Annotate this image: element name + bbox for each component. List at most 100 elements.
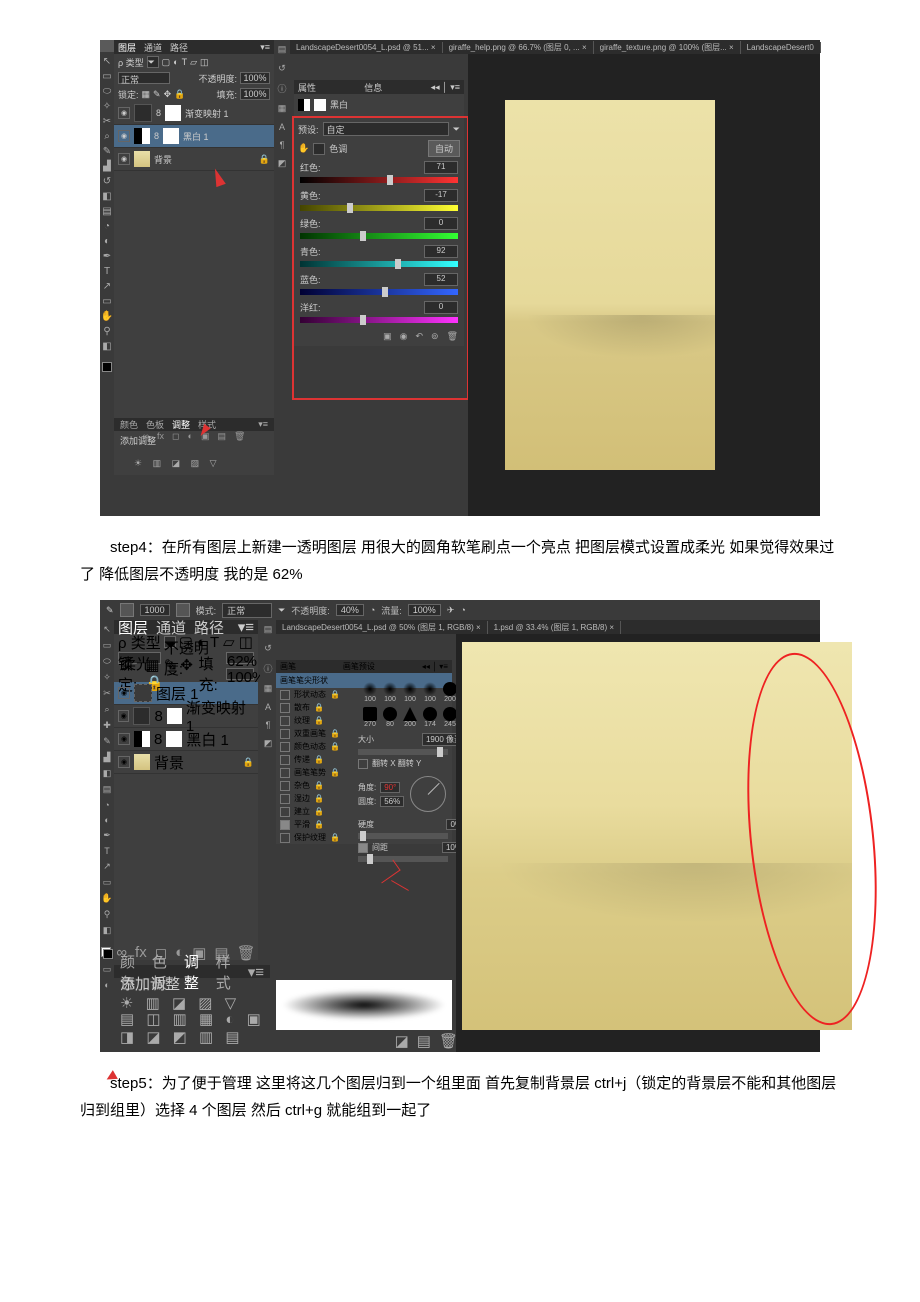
visibility-icon[interactable]: ◉ (118, 130, 130, 142)
brush-preview-icon[interactable] (120, 603, 134, 617)
eye-icon[interactable]: ◉ (400, 331, 408, 342)
slider-track[interactable] (300, 317, 458, 323)
panel-icon[interactable]: ▤ (264, 624, 273, 635)
visibility-icon[interactable]: ◉ (118, 710, 129, 722)
hand-tool-icon[interactable]: ✋ (102, 311, 112, 321)
option-label[interactable]: 形状动态 (294, 689, 326, 700)
type-icon[interactable]: A (279, 122, 285, 132)
brush-tips[interactable]: 100 100 100 100 200 270 80 200 174 245 (358, 680, 466, 730)
pen-tool-icon[interactable]: ✒ (102, 251, 112, 261)
tab-info[interactable]: 信息 (364, 81, 382, 94)
panel-menu-icon[interactable]: ◂◂ │ ▾≡ (431, 82, 460, 93)
blend-mode-select[interactable]: 正常 (222, 603, 272, 618)
tab-adjustments[interactable]: 调整 (184, 951, 208, 993)
stamp-tool-icon[interactable]: ▟ (102, 161, 112, 171)
eyedropper-tool-icon[interactable]: ⌕ (102, 131, 112, 141)
trash-icon[interactable]: 🗑 (234, 431, 245, 445)
flow-input[interactable]: 100% (408, 604, 441, 616)
checkbox[interactable] (280, 742, 290, 752)
opacity-input[interactable]: 40% (336, 604, 364, 616)
visibility-icon[interactable]: ◉ (118, 756, 130, 768)
layer-row[interactable]: ◉ 背景 🔒 (114, 148, 274, 171)
marquee-tool-icon[interactable]: ▭ (103, 640, 112, 651)
panel-menu-icon[interactable]: ▾≡ (258, 419, 268, 430)
airbrush-icon[interactable]: ✈ (447, 605, 455, 616)
lasso-tool-icon[interactable]: ⬭ (102, 86, 112, 96)
option-label[interactable]: 双重画笔 (294, 728, 326, 739)
text-tool-icon[interactable]: T (104, 846, 110, 856)
path-tool-icon[interactable]: ↗ (103, 861, 111, 872)
checkbox[interactable] (280, 768, 290, 778)
eraser-tool-icon[interactable]: ◧ (103, 768, 112, 779)
styles-icon[interactable]: ◩ (278, 158, 287, 169)
tab-layers[interactable]: 图层 (118, 41, 136, 54)
option-label[interactable]: 建立 (294, 806, 310, 817)
mask-icon[interactable]: ◻ (172, 431, 179, 445)
visibility-icon[interactable]: ◉ (118, 107, 130, 119)
layer-row[interactable]: ◉ 8 渐变映射 1 (114, 102, 274, 125)
pressure-size-icon[interactable]: ◔ (460, 605, 465, 615)
marquee-tool-icon[interactable]: ▭ (102, 71, 112, 81)
lock-icon[interactable]: 🔒 (314, 755, 324, 764)
doc-tab[interactable]: 1.psd @ 33.4% (图层 1, RGB/8) × (488, 621, 621, 634)
layer-row[interactable]: ◉背景🔒 (114, 751, 258, 774)
adjustment-icon[interactable]: ◐ (188, 431, 193, 445)
slider-track[interactable] (300, 177, 458, 183)
lock-icon[interactable]: 🔒 (330, 742, 340, 751)
brush-tip-label[interactable]: 画笔笔尖形状 (280, 675, 340, 686)
checkbox[interactable] (280, 781, 290, 791)
heal-tool-icon[interactable]: ✚ (103, 720, 111, 731)
checkbox[interactable] (280, 794, 290, 804)
panel-menu-icon[interactable]: ◂◂ │ ▾≡ (422, 662, 448, 671)
tint-icon[interactable]: ✋ (298, 143, 309, 154)
checkbox[interactable] (280, 755, 290, 765)
eraser-tool-icon[interactable]: ◧ (102, 191, 112, 201)
dodge-tool-icon[interactable]: ◐ (102, 236, 112, 246)
option-label[interactable]: 保护纹理 (294, 832, 326, 843)
new-layer-icon[interactable]: ▤ (217, 431, 226, 445)
tab-color[interactable]: 颜色 (120, 418, 138, 431)
info-icon[interactable]: ⓘ (277, 82, 286, 95)
doc-tab[interactable]: LandscapeDesert0054_L.psd @ 51... × (290, 42, 443, 53)
hand-tool-icon[interactable]: ✋ (101, 893, 112, 904)
styles-icon[interactable]: ◩ (264, 738, 273, 749)
checkbox[interactable] (280, 833, 290, 843)
eyedropper-tool-icon[interactable]: ⌕ (104, 704, 109, 715)
kind-dropdown[interactable]: ⏷ (147, 56, 159, 68)
checkbox[interactable] (280, 729, 290, 739)
wand-tool-icon[interactable]: ✧ (103, 672, 111, 683)
slider-value[interactable]: 92 (424, 245, 458, 258)
tint-checkbox[interactable] (313, 143, 325, 155)
checkbox[interactable] (280, 807, 290, 817)
brush-panel-icon[interactable] (176, 603, 190, 617)
zoom-tool-icon[interactable]: ⚲ (102, 326, 112, 336)
fill-input[interactable]: 100% (240, 88, 270, 100)
slider-track[interactable] (300, 289, 458, 295)
panel-icon[interactable]: ▤ (278, 44, 287, 55)
move-tool-icon[interactable]: ↖ (102, 56, 112, 66)
panel-menu-icon[interactable]: ▾≡ (248, 963, 264, 981)
lock-paint-icon[interactable]: ✎ (153, 89, 161, 100)
angle-widget[interactable] (410, 776, 446, 812)
fg-bg-color-icon[interactable] (101, 947, 113, 959)
visibility-icon[interactable]: ◉ (118, 733, 130, 745)
fill-input[interactable]: 100% (226, 668, 254, 680)
slider-value[interactable]: 71 (424, 161, 458, 174)
panel-menu-icon[interactable]: ▾≡ (260, 42, 270, 53)
text-tool-icon[interactable]: T (102, 266, 112, 276)
zoom-tool-icon[interactable]: ⚲ (104, 909, 111, 920)
lock-icon[interactable]: 🔒 (330, 768, 340, 777)
adjustment-presets-row[interactable]: ◨ ◪ ◩ ▥ ▤ (120, 1028, 244, 1046)
reset-icon[interactable]: ↶ (415, 331, 423, 342)
tab-brush-preset[interactable]: 画笔预设 (343, 661, 375, 672)
filter-text-icon[interactable]: T (182, 57, 188, 67)
clip-icon[interactable]: ▣ (383, 331, 392, 342)
dropdown-icon[interactable]: ⏷ (453, 124, 460, 135)
lock-icon[interactable]: 🔒 (330, 690, 340, 699)
layer-row-selected[interactable]: ◉ 8 黑白 1 (114, 125, 274, 148)
lock-move-icon[interactable]: ✥ (164, 89, 172, 100)
lock-icon[interactable]: 🔒 (314, 703, 324, 712)
swatches-icon[interactable]: ▦ (278, 103, 287, 114)
option-label[interactable]: 传递 (294, 754, 310, 765)
tab-styles[interactable]: 样式 (216, 951, 240, 993)
